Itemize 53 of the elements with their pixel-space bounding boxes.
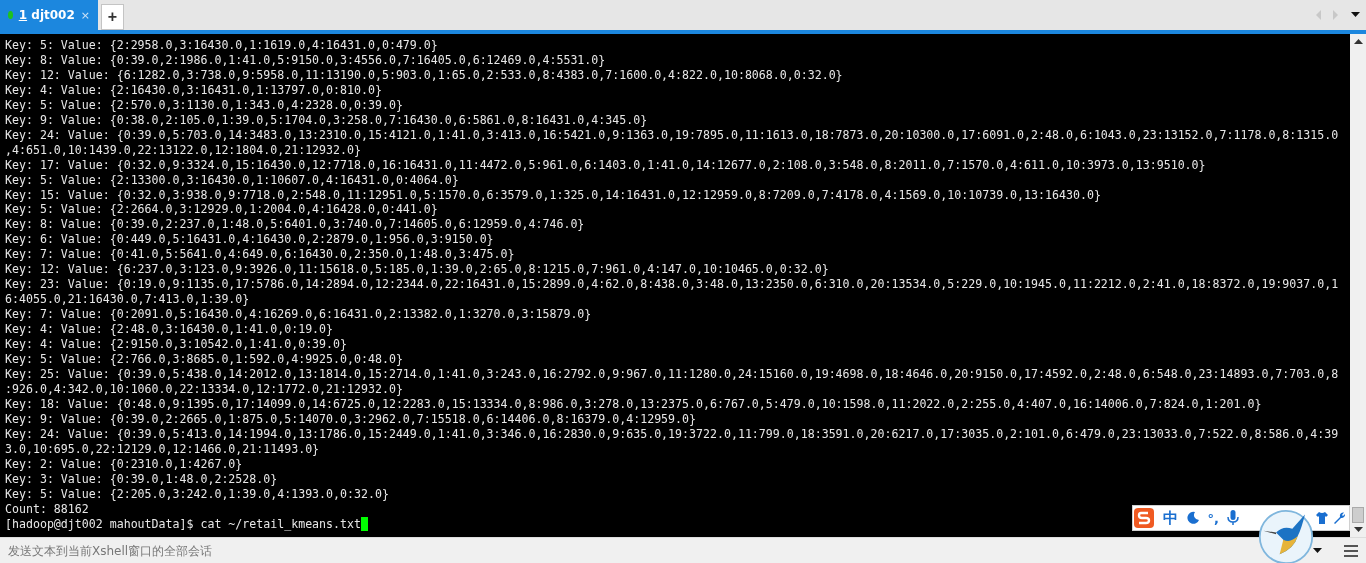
terminal-line: Key: 5: Value: {2:766.0,3:8685.0,1:592.0,4:9925.0,0:48.0} [5, 352, 404, 367]
command-prompt: [hadoop@djt002 mahoutData]$ cat ~/retail_kmeans.txt [5, 516, 361, 532]
terminal-line: Key: 4: Value: {2:48.0,3:16430.0,1:41.0,0:19.0} [5, 322, 335, 338]
tab-label: 1 djt002 [18, 8, 75, 22]
terminal-line: Key: 23: Value: {0:19.0,9:1135.0,17:5786.0,14:2894.0,12:2344.0,22:16431.0,15:2899.0,4:62.0,8:438.0,3:48.0,13:2350.0,6:310.0,20:13534.0,5:229.0,10:1945.0,11:2212.0,2:41.0,18:8372.0,19:9037.0,1 [5, 277, 1340, 293]
ime-logo-icon[interactable] [1132, 507, 1155, 529]
moon-icon[interactable] [1185, 511, 1200, 525]
terminal-line: Key: 5: Value: {2:2958.0,3:16430.0,1:1619.0,4:16431.0,0:479.0} [5, 38, 439, 53]
terminal-line: Key: 9: Value: {0:38.0,2:105.0,1:39.0,5:1704.0,3:258.0,7:16430.0,6:5861.0,8:16431.0,4:345.0} [5, 112, 649, 128]
terminal-line: ,4:651.0,10:1439.0,22:13122.0,12:1804.0,21:12932.0} [5, 142, 362, 158]
terminal-line: Key: 17: Value: {0:32.0,9:3324.0,15:16430.0,12:7718.0,16:16431.0,11:4472.0,5:961.0,6:1403.0,1:41.0,14:12677.0,2:108.0,3:548.0,8:2011.0,7:1570.0,4:611.0,10:3973.0,13:9510.0} [5, 157, 1207, 173]
terminal-line: Key: 12: Value: {6:1282.0,3:738.0,9:5958.0,11:13190.0,5:903.0,1:65.0,2:533.0,8:4383.0,7:1600.0,4:822.0,10:8068.0,0:32.0} [5, 67, 844, 83]
terminal-line: Key: 3: Value: {0:39.0,1:48.0,2:2528.0} [5, 471, 279, 487]
terminal-line: Key: 6: Value: {0:449.0,5:16431.0,4:16430.0,2:2879.0,1:956.0,3:9150.0} [5, 232, 495, 248]
terminal-line: 3.0,10:695.0,22:12129.0,12:1466.0,21:11493.0} [5, 441, 321, 457]
microphone-icon[interactable] [1227, 510, 1239, 526]
terminal-line: Key: 8: Value: {0:39.0,2:1986.0,1:41.0,5:9150.0,3:4556.0,7:16405.0,6:12469.0,4:5531.0} [5, 52, 607, 68]
terminal-line: Key: 25: Value: {0:39.0,5:438.0,14:2012.0,13:1814.0,15:2714.0,1:41.0,3:243.0,16:2792.0,9:967.0,11:1280.0,24:15160.0,19:4698.0,18:4646.0,20:9150.0,17:4592.0,2:48.0,6:548.0,23:14893.0,7:703.0,8 [5, 366, 1340, 382]
terminal-line: Key: 4: Value: {2:16430.0,3:16431.0,1:13797.0,0:810.0} [5, 82, 383, 98]
terminal-line: :926.0,4:342.0,10:1060.0,22:13334.0,12:1772.0,21:12932.0} [5, 381, 404, 397]
new-tab-button[interactable]: + [101, 4, 124, 30]
status-dot-icon [8, 11, 13, 19]
terminal-line: Key: 5: Value: {2:570.0,3:1130.0,1:343.0,4:2328.0,0:39.0} [5, 97, 404, 113]
terminal-line: Key: 8: Value: {0:39.0,2:237.0,1:48.0,5:6401.0,3:740.0,7:14605.0,6:12959.0,4:746.0} [5, 217, 586, 233]
terminal-line: Key: 7: Value: {0:2091.0,5:16430.0,4:16269.0,6:16431.0,2:13382.0,1:3270.0,3:15879.0} [5, 307, 593, 323]
scroll-down-icon[interactable] [1353, 527, 1363, 533]
terminal-line: Key: 15: Value: {0:32.0,3:938.0,9:7718.0,2:548.0,11:12951.0,5:1570.0,6:3579.0,1:325.0,14:16431.0,12:12959.0,8:7209.0,7:4178.0,4:1569.0,10:10739.0,13:16430.0} [5, 187, 1102, 203]
terminal-line: Key: 5: Value: {2:13300.0,3:16430.0,1:10607.0,4:16431.0,0:4064.0} [5, 172, 460, 188]
terminal-line: Key: 12: Value: {6:237.0,3:123.0,9:3926.0,11:15618.0,5:185.0,1:39.0,2:65.0,8:1215.0,7:961.0,4:147.0,10:10465.0,0:32.0} [5, 262, 830, 278]
scrollbar-thumb[interactable] [1352, 507, 1364, 523]
dropdown-caret-icon[interactable] [1313, 547, 1322, 554]
close-tab-button[interactable]: × [80, 8, 90, 22]
terminal-line: 6:4055.0,21:16430.0,7:413.0,1:39.0} [5, 292, 251, 308]
menu-icon[interactable] [1344, 544, 1358, 557]
terminal-line: Key: 7: Value: {0:41.0,5:5641.0,4:649.0,6:16430.0,2:350.0,1:48.0,3:475.0} [5, 247, 516, 263]
session-tab[interactable]: 1 djt002 × [0, 0, 98, 30]
scroll-up-icon[interactable] [1353, 38, 1363, 44]
bird-logo-icon[interactable] [1258, 509, 1314, 563]
terminal-line: Key: 9: Value: {0:39.0,2:2665.0,1:875.0,5:14070.0,3:2962.0,7:15518.0,6:14406.0,8:16379.0,4:12959.0} [5, 411, 698, 427]
terminal-line: Key: 4: Value: {2:9150.0,3:10542.0,1:41.0,0:39.0} [5, 337, 349, 352]
terminal-line: Key: 5: Value: {2:205.0,3:242.0,1:39.0,4:1393.0,0:32.0} [5, 486, 390, 502]
wrench-icon[interactable] [1332, 511, 1346, 525]
terminal-line: Key: 2: Value: {0:2310.0,1:4267.0} [5, 456, 244, 472]
terminal-line: Key: 24: Value: {0:39.0,5:413.0,14:1994.0,13:1786.0,15:2449.0,1:41.0,3:346.0,16:2830.0,9:635.0,19:3722.0,11:799.0,18:3591.0,20:6217.0,17:3035.0,2:101.0,6:479.0,23:13033.0,7:522.0,8:586.0,4:39 [5, 426, 1340, 442]
punctuation-toggle[interactable]: °, [1207, 510, 1219, 526]
terminal-line: Key: 5: Value: {2:2664.0,3:12929.0,1:2004.0,4:16428.0,0:441.0} [5, 202, 439, 218]
terminal-line: Key: 24: Value: {0:39.0,5:703.0,14:3483.0,13:2310.0,15:4121.0,1:41.0,3:413.0,16:5421.0,9:1363.0,19:7895.0,11:1613.0,18:7873.0,20:10300.0,17:6091.0,2:48.0,6:1043.0,23:13152.0,7:1178.0,8:1315.0 [5, 127, 1340, 143]
shirt-icon[interactable] [1315, 511, 1329, 525]
dropdown-caret-icon[interactable] [1351, 12, 1360, 18]
terminal-line: Key: 18: Value: {0:48.0,9:1395.0,17:14099.0,14:6725.0,12:2283.0,15:13334.0,8:986.0,3:278.0,13:2375.0,6:767.0,5:479.0,10:1598.0,11:2022.0,2:255.0,4:407.0,16:14006.0,7:824.0,1:201.0} [5, 396, 1263, 412]
text-cursor [361, 516, 368, 531]
input-mode-toggle[interactable]: 中 [1162, 508, 1178, 528]
terminal-line: Count: 88162 [5, 501, 90, 517]
